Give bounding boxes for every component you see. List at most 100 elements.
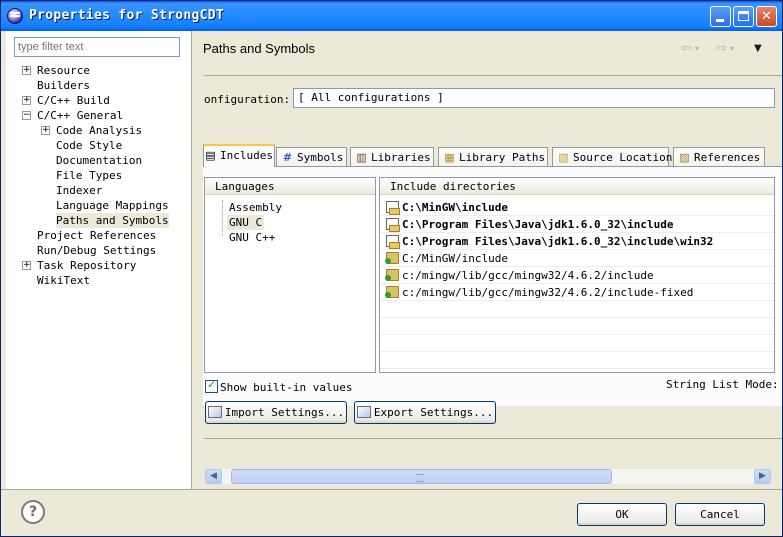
tree-item-label: C/C++ Build — [37, 94, 110, 107]
properties-dialog: Properties for StrongCDT ✕ + Resource Bu… — [0, 0, 783, 537]
tab-libraries[interactable]: ▥ Libraries — [350, 147, 434, 167]
workspace-page-icon — [386, 201, 400, 215]
expand-icon[interactable]: + — [41, 126, 50, 135]
eclipse-icon — [7, 8, 23, 24]
table-row[interactable]: C:\Program Files\Java\jdk1.6.0_32\includ… — [380, 216, 774, 233]
content-divider — [204, 438, 782, 439]
view-menu-icon[interactable]: ▼ — [754, 43, 762, 54]
dialog-button-bar: ? OK Cancel — [1, 489, 782, 536]
help-icon[interactable]: ? — [21, 500, 45, 524]
button-label: Export Settings... — [373, 406, 494, 419]
table-row-empty — [380, 335, 774, 352]
import-settings-button[interactable]: Import Settings... — [205, 401, 347, 424]
tree-item-label: C/C++ General — [37, 109, 124, 122]
table-row[interactable]: C:/MinGW/include — [380, 250, 774, 267]
table-row[interactable]: c:/mingw/lib/gcc/mingw32/4.6.2/include — [380, 267, 774, 284]
string-list-mode-label: String List Mode: — [666, 378, 779, 391]
tree-item-label: WikiText — [37, 274, 90, 287]
tab-label: Libraries — [371, 151, 431, 164]
tree-item-label: Resource — [37, 64, 90, 77]
maximize-icon — [738, 11, 749, 21]
tab-library-paths[interactable]: ▦ Library Paths — [438, 147, 548, 167]
expand-icon[interactable]: + — [22, 261, 31, 270]
builtin-folder-icon — [385, 286, 399, 298]
property-page: Paths and Symbols ⇦ ▾ ⇨ ▾ ▼ onfiguration… — [192, 31, 782, 489]
scroll-right-icon[interactable]: ▶ — [754, 469, 771, 484]
tree-item-label: Language Mappings — [56, 199, 169, 212]
forward-dropdown-icon[interactable]: ▾ — [730, 44, 734, 53]
tab-label: References — [694, 151, 761, 164]
button-label: Import Settings... — [224, 406, 345, 419]
header-divider — [204, 75, 782, 76]
tree-item-label: Documentation — [56, 154, 143, 167]
window-title: Properties for StrongCDT — [29, 8, 225, 23]
tab-symbols[interactable]: # Symbols — [276, 147, 347, 167]
table-row-empty — [380, 301, 774, 318]
collapse-icon[interactable]: − — [22, 111, 31, 120]
expand-icon[interactable]: + — [22, 96, 31, 105]
table-row[interactable]: C:\MinGW\include — [380, 199, 774, 216]
tree-connector — [222, 200, 223, 236]
scroll-thumb[interactable] — [231, 469, 612, 484]
builtin-folder-icon — [385, 269, 399, 281]
tree-item-label: Project References — [37, 229, 157, 242]
language-assembly[interactable]: Assembly — [229, 200, 282, 215]
page-title: Paths and Symbols — [203, 41, 316, 56]
table-row-empty — [380, 318, 774, 335]
ok-button[interactable]: OK — [577, 503, 667, 526]
export-icon — [356, 406, 371, 418]
tab-bar: ▤ Includes # Symbols ▥ Libraries ▦ Libra… — [203, 144, 782, 167]
workspace-page-icon — [386, 218, 400, 232]
close-button[interactable]: ✕ — [756, 6, 777, 27]
configuration-select[interactable]: [ All configurations ] — [293, 88, 775, 108]
configuration-label: onfiguration: — [204, 93, 291, 106]
include-directories-header: Include directories — [380, 178, 774, 195]
close-icon: ✕ — [761, 9, 772, 24]
table-row[interactable]: C:\Program Files\Java\jdk1.6.0_32\includ… — [380, 233, 774, 250]
language-gnu-cpp[interactable]: GNU C++ — [229, 230, 275, 245]
title-bar: Properties for StrongCDT ✕ — [1, 1, 782, 31]
tab-label: Symbols — [297, 151, 344, 164]
tab-label: Library Paths — [459, 151, 546, 164]
export-settings-button[interactable]: Export Settings... — [354, 401, 496, 424]
tree-item-label: Code Analysis — [56, 124, 143, 137]
forward-arrow-icon[interactable]: ⇨ — [716, 41, 727, 56]
page-header: Paths and Symbols ⇦ ▾ ⇨ ▾ ▼ — [192, 31, 782, 75]
tab-includes[interactable]: ▤ Includes — [203, 144, 275, 167]
language-gnu-c[interactable]: GNU C — [227, 215, 265, 230]
maximize-button[interactable] — [733, 6, 754, 27]
references-icon: ▨ — [679, 151, 690, 164]
languages-header: Languages — [205, 178, 375, 195]
scroll-left-icon[interactable]: ◀ — [205, 469, 222, 484]
minimize-button[interactable] — [710, 6, 731, 27]
builtin-folder-icon — [385, 252, 399, 264]
tree-item-label: Indexer — [56, 184, 103, 197]
back-arrow-icon[interactable]: ⇦ — [681, 41, 692, 56]
tab-label: Includes — [220, 149, 273, 162]
include-path: c:/mingw/lib/gcc/mingw32/4.6.2/include-f… — [402, 286, 694, 299]
tab-references[interactable]: ▨ References — [673, 147, 765, 167]
tab-label: Source Location — [573, 151, 673, 164]
expand-icon[interactable]: + — [22, 66, 31, 75]
horizontal-scrollbar[interactable]: ◀ ▶ — [204, 468, 772, 485]
import-icon — [207, 406, 222, 418]
filter-input[interactable] — [14, 37, 180, 57]
tree-item-label: Code Style — [56, 139, 123, 152]
folder-icon: ▧ — [558, 151, 569, 164]
table-row[interactable]: c:/mingw/lib/gcc/mingw32/4.6.2/include-f… — [380, 284, 774, 301]
tree-item-label: Paths and Symbols — [56, 213, 169, 228]
include-path: c:/mingw/lib/gcc/mingw32/4.6.2/include — [402, 269, 654, 282]
tree-item-label: Task Repository — [37, 259, 137, 272]
include-path: C:\Program Files\Java\jdk1.6.0_32\includ… — [402, 235, 714, 248]
include-path: C:\Program Files\Java\jdk1.6.0_32\includ… — [402, 218, 674, 231]
minimize-icon — [716, 19, 724, 22]
tab-source-location[interactable]: ▧ Source Location — [552, 147, 673, 167]
back-dropdown-icon[interactable]: ▾ — [695, 44, 699, 53]
include-path: C:/MinGW/include — [402, 252, 508, 265]
library-icon: ▥ — [356, 151, 367, 164]
include-directories-table: Include directories C:\MinGW\include C:\… — [379, 177, 775, 373]
show-builtin-label: Show built-in values — [220, 381, 353, 394]
languages-list: Languages Assembly GNU C GNU C++ — [204, 177, 376, 373]
show-builtin-checkbox[interactable] — [205, 378, 218, 393]
cancel-button[interactable]: Cancel — [675, 503, 765, 526]
